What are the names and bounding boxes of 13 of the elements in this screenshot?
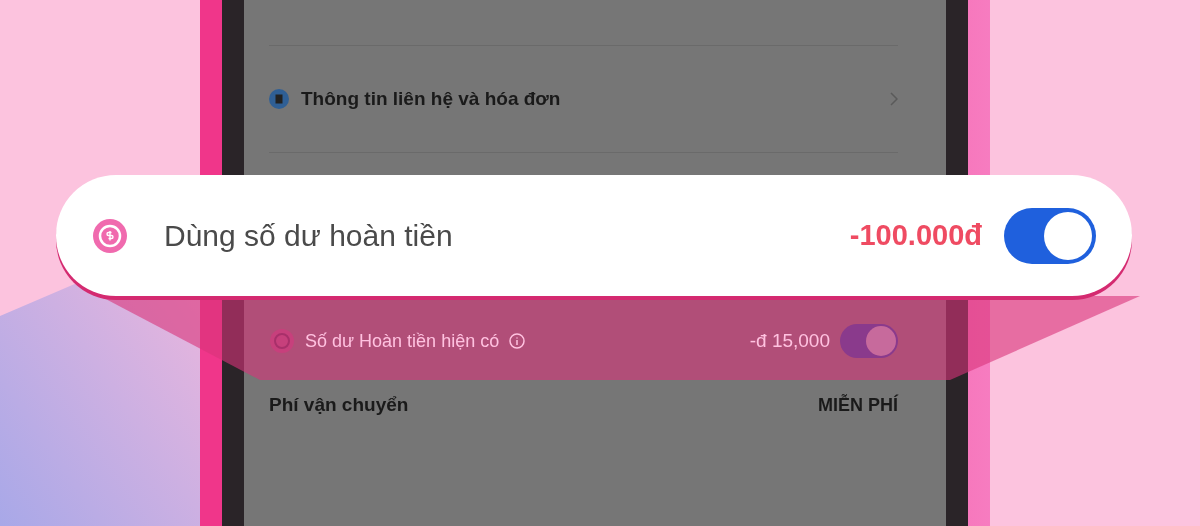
toggle-switch[interactable]	[840, 324, 898, 358]
cashback-icon	[269, 328, 295, 354]
cashback-icon	[92, 217, 128, 254]
fee-value: MIỄN PHÍ	[818, 394, 898, 416]
receipt-icon	[269, 89, 289, 109]
callout-label: Dùng số dư hoàn tiền	[164, 218, 453, 253]
row-label: Phí vận chuyển	[269, 394, 409, 416]
cashback-amount: -100.000đ	[849, 219, 982, 252]
balance-amount: -đ 15,000	[749, 330, 830, 352]
chevron-icon[interactable]	[890, 92, 898, 106]
row-label: Số dư Hoàn tiền hiện có	[305, 330, 500, 352]
row-label: Thông tin liên hệ và hóa đơn	[301, 88, 561, 110]
info-icon	[509, 333, 526, 349]
